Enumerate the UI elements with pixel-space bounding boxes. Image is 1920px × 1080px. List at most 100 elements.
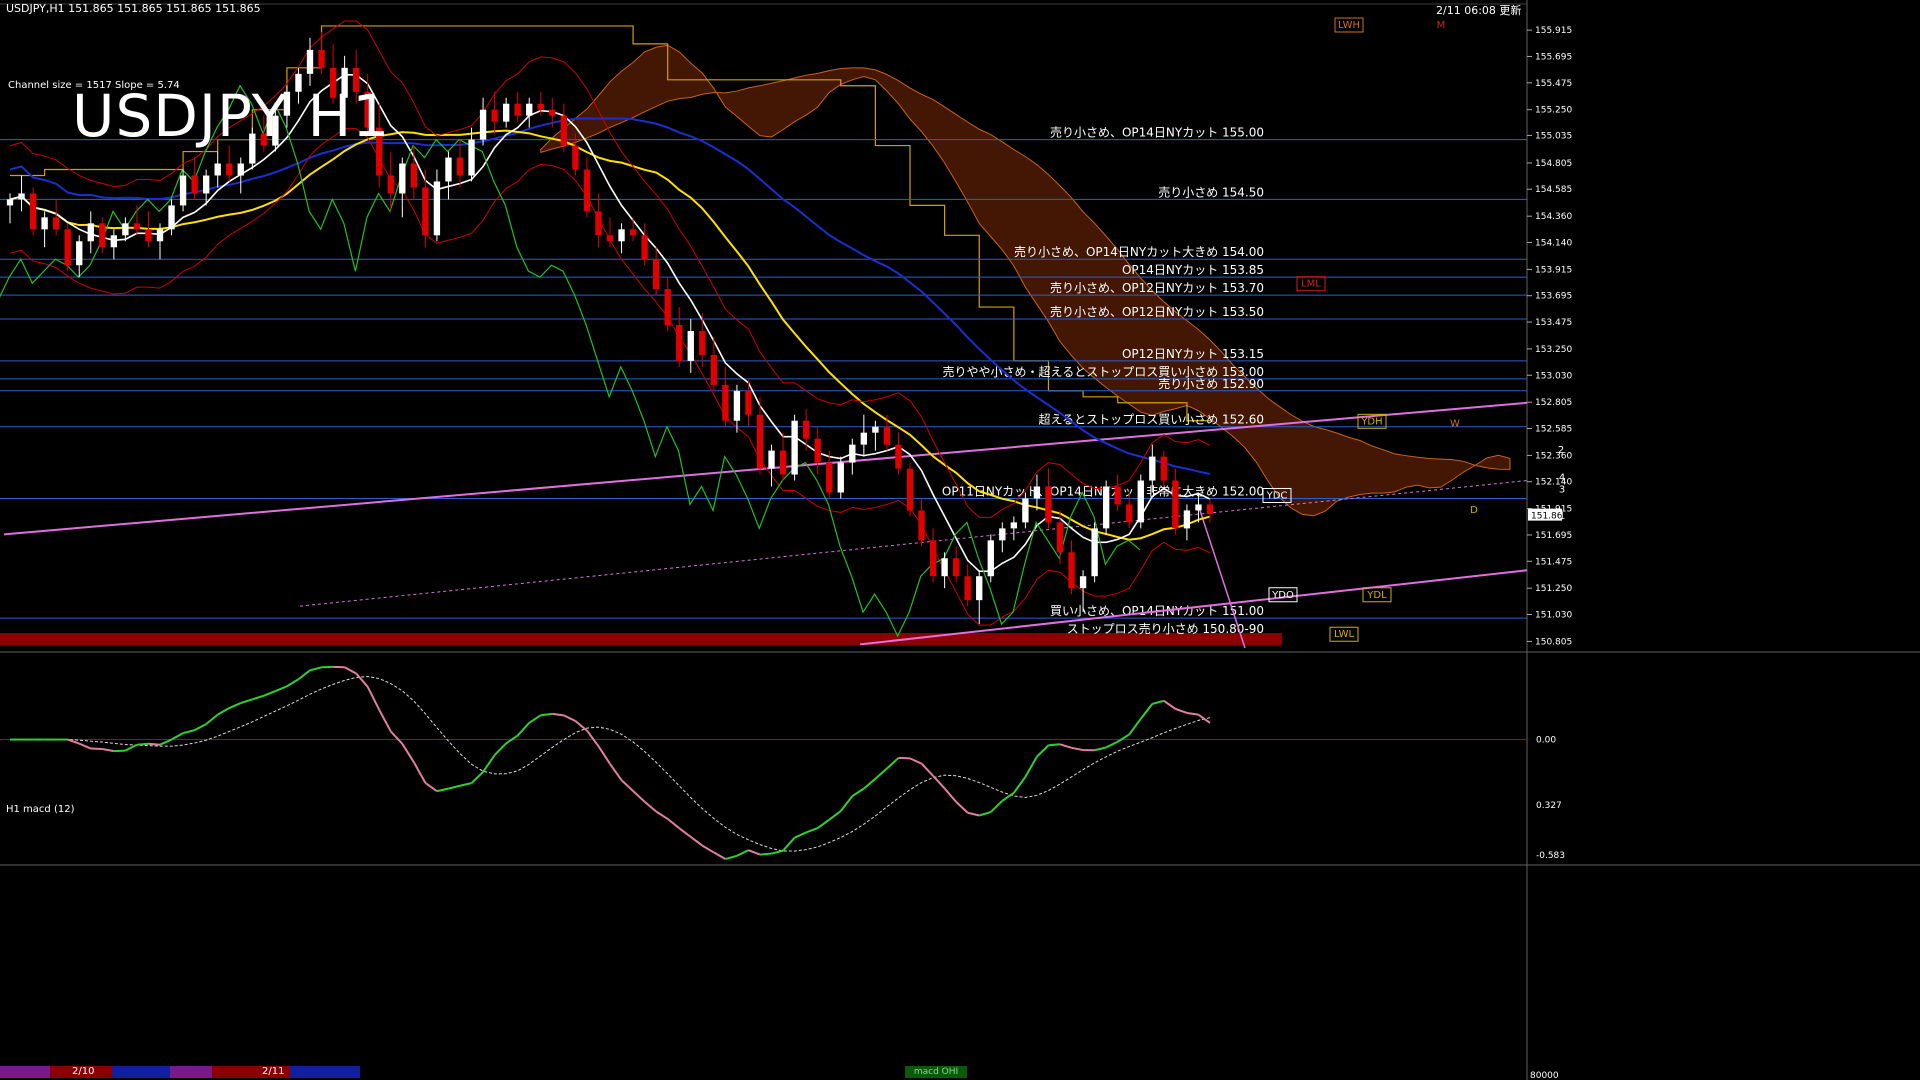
price-levels: 売り小さめ、OP14日NYカット 155.00 売り小さめ 154.50 売り小さめ… — [0, 125, 1527, 646]
y-tick-label-2: 155.475 — [1535, 79, 1572, 89]
macd-tab[interactable]: macd OHI — [905, 1066, 967, 1078]
macd-panel: 0.327 0.00 -0.583 80000 — [0, 665, 1565, 1080]
chart-canvas[interactable]: 売り小さめ、OP14日NYカット 155.00 売り小さめ 154.50 売り小さめ… — [0, 0, 1920, 1080]
candle-body-69 — [802, 420, 810, 439]
candle-body-56 — [652, 259, 660, 290]
candle-body-5 — [64, 229, 71, 266]
marker-label-11: 4 — [1559, 473, 1565, 484]
macd-seg-103 — [1186, 711, 1199, 716]
macd-seg-92 — [1059, 743, 1072, 749]
candle-body-65 — [756, 414, 764, 469]
macd-seg-34 — [390, 730, 404, 745]
macd-seg-99 — [1139, 703, 1154, 720]
level-label-9: 超えるとストップロス買い小さめ 152.60 — [1039, 412, 1264, 427]
level-markers: LWH M LML YDH W YDC YDO YDL LWL D 2 43 1 — [1262, 17, 1565, 642]
macd-seg-75 — [863, 777, 877, 790]
macd-scale-zero: 0.00 — [1536, 736, 1556, 746]
level-label-10: OP11日NYカット、OP14日NYカット非常に大きめ 152.00 — [942, 484, 1264, 498]
candle-body-64 — [745, 390, 752, 415]
macd-seg-53 — [609, 763, 623, 781]
candle-body-10 — [122, 223, 129, 236]
macd-seg-10 — [113, 749, 126, 753]
macd-seg-97 — [1117, 733, 1130, 743]
volume-scale: 80000 — [1530, 1071, 1559, 1080]
candle-body-40 — [468, 139, 475, 176]
macd-seg-101 — [1163, 700, 1176, 710]
y-tick-label-5: 154.805 — [1535, 159, 1572, 169]
marker-label-6: YDO — [1271, 590, 1294, 601]
macd-seg-30 — [344, 666, 357, 675]
symbol-info: USDJPY,H1 151.865 151.865 151.865 151.86… — [6, 2, 261, 15]
datetime: 2/11 06:08 — [1436, 4, 1496, 17]
candle-body-16 — [191, 175, 198, 194]
candle-body-53 — [618, 229, 625, 242]
macd-seg-55 — [632, 790, 646, 803]
marker-label-10: 2 — [1558, 445, 1564, 456]
candle-body-55 — [641, 235, 648, 260]
candle-body-45 — [526, 103, 533, 116]
candle-body-99 — [1149, 456, 1156, 481]
macd-seg-89 — [1024, 756, 1038, 778]
timeline-seg-5 — [290, 1066, 360, 1078]
y-tick-label-22: 151.030 — [1535, 611, 1572, 621]
macd-seg-47 — [540, 712, 553, 717]
level-label-5: 売り小さめ、OP12日NYカット 153.50 — [1050, 304, 1264, 319]
macd-label: H1 macd (12) — [6, 804, 75, 815]
macd-seg-46 — [528, 714, 542, 724]
candle-body-60 — [699, 331, 706, 355]
marker-label-13: 1 — [1559, 511, 1565, 522]
timeline-seg-0 — [0, 1066, 50, 1078]
candle-body-98 — [1137, 480, 1144, 523]
macd-seg-71 — [817, 818, 830, 829]
clock: 2/11 06:08 更新 — [1436, 2, 1521, 18]
candle-body-39 — [456, 157, 464, 176]
y-tick-label-9: 153.915 — [1535, 265, 1572, 275]
candle-body-34 — [399, 163, 406, 194]
macd-seg-65 — [748, 849, 761, 856]
candle-body-51 — [595, 211, 602, 236]
macd-seg-82 — [943, 787, 957, 803]
marker-label-2: LML — [1301, 279, 1321, 290]
candle-body-101 — [1172, 480, 1179, 529]
macd-seg-37 — [424, 782, 438, 792]
candle-body-67 — [779, 450, 787, 475]
macd-seg-38 — [436, 787, 449, 793]
macd-seg-70 — [805, 827, 819, 834]
macd-seg-72 — [828, 810, 842, 821]
candle-body-79 — [918, 510, 925, 541]
y-tick-label-12: 153.250 — [1535, 345, 1572, 355]
macd-seg-61 — [701, 844, 715, 854]
macd-seg-91 — [1048, 743, 1061, 747]
y-tick-label-17: 152.140 — [1535, 478, 1572, 488]
macd-seg-40 — [459, 782, 472, 787]
y-tick-label-21: 151.250 — [1535, 584, 1572, 594]
macd-seg-88 — [1013, 776, 1027, 794]
macd-seg-60 — [690, 836, 703, 847]
candle-body-47 — [549, 109, 556, 116]
candle-body-8 — [99, 223, 106, 248]
macd-seg-49 — [563, 714, 576, 722]
macd-seg-59 — [678, 827, 692, 838]
candle-body-38 — [445, 157, 452, 182]
macd-seg-62 — [713, 851, 726, 860]
y-tick-label-8: 154.140 — [1535, 238, 1572, 248]
macd-seg-87 — [1001, 792, 1015, 802]
macd-seg-64 — [736, 849, 749, 857]
macd-seg-58 — [667, 818, 680, 829]
level-label-3: OP14日NYカット 153.85 — [1122, 263, 1264, 277]
candle-body-100 — [1160, 456, 1168, 481]
macd-seg-16 — [182, 729, 195, 735]
candle-body-7 — [87, 223, 94, 242]
y-tick-label-11: 153.475 — [1535, 318, 1572, 328]
candle-body-37 — [433, 181, 441, 236]
macd-seg-27 — [309, 666, 322, 672]
candle-body-92 — [1068, 552, 1075, 589]
candle-body-81 — [941, 558, 948, 577]
macd-seg-11 — [124, 743, 138, 752]
macd-seg-25 — [286, 678, 299, 688]
macd-seg-67 — [771, 849, 784, 855]
candle-body-26 — [306, 49, 314, 74]
macd-seg-81 — [932, 775, 946, 790]
candle-body-42 — [491, 109, 498, 122]
candle-body-11 — [133, 223, 141, 230]
